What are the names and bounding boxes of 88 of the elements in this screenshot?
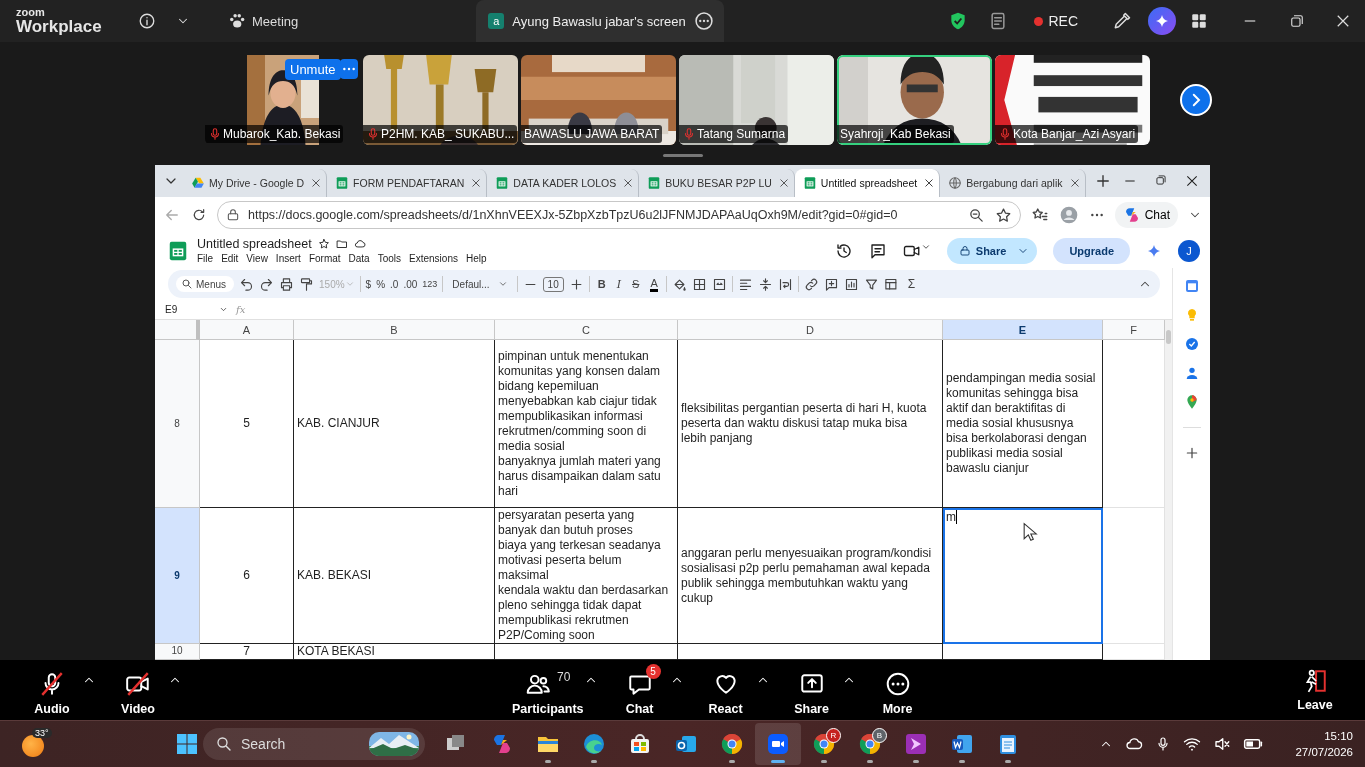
share-button[interactable]: Share: [781, 664, 842, 716]
video-button[interactable]: Video: [108, 664, 168, 716]
percent-button[interactable]: %: [376, 278, 386, 290]
taskbar-app[interactable]: R: [801, 723, 847, 765]
participant-name: Syahroji_Kab Bekasi: [837, 125, 954, 143]
participants-button[interactable]: 70 Participants: [512, 664, 584, 716]
audio-button[interactable]: Audio: [22, 664, 82, 716]
italic-button[interactable]: I: [616, 277, 622, 291]
leave-button[interactable]: Leave: [1285, 668, 1345, 712]
currency-button[interactable]: $: [365, 278, 372, 290]
decrease-decimal-button[interactable]: .0: [390, 278, 399, 290]
menu-item[interactable]: Tools: [377, 253, 402, 264]
participant-count: 70: [557, 670, 571, 684]
share-button[interactable]: Share: [946, 237, 1038, 264]
cell-editor[interactable]: m: [943, 508, 1103, 644]
clock[interactable]: 15:10 27/07/2026: [1295, 728, 1353, 760]
upgrade-button[interactable]: Upgrade: [1053, 237, 1130, 264]
table-cell: fleksibilitas pergantian peserta di hari H, kuota peserta dan waktu diskusi tatap muka bisa lebih panjang: [678, 340, 943, 508]
table-cell: KAB. BEKASI: [294, 508, 495, 644]
react-button[interactable]: React: [695, 664, 756, 716]
participant-name: Tatang Sumarna: [679, 125, 789, 143]
more-button[interactable]: More: [867, 664, 928, 716]
avatar: a: [488, 13, 505, 29]
font-select[interactable]: Defaul...: [452, 278, 508, 290]
table-cell: anggaran perlu menyesuaikan program/kondisi sosialisasi p2p perlu pemahaman awal kepada publik sehingga membutuhkan waktu yang cukup: [678, 508, 943, 644]
shared-screen-tab[interactable]: a Ayung Bawaslu jabar's screen: [476, 0, 725, 42]
taskbar-app[interactable]: B: [847, 723, 893, 765]
menu-item[interactable]: File: [197, 253, 214, 264]
participant-name: BAWASLU JAWA BARAT: [521, 125, 663, 143]
menu-search[interactable]: Menus: [176, 276, 234, 292]
row-header[interactable]: 9: [155, 508, 200, 644]
name-box[interactable]: E9: [165, 304, 211, 315]
column-header[interactable]: B: [294, 320, 495, 340]
column-header[interactable]: F: [1103, 320, 1165, 340]
browser-tab[interactable]: DATA KADER LOLOS: [487, 169, 640, 197]
meeting-menu[interactable]: Meeting: [228, 12, 299, 30]
profile-badge: R: [826, 728, 841, 743]
document-title[interactable]: Untitled spreadsheet: [197, 237, 312, 251]
strikethrough-button[interactable]: S: [632, 278, 640, 290]
brand-text: zoom: [16, 7, 46, 18]
search-field[interactable]: Search: [203, 728, 425, 760]
column-header[interactable]: C: [495, 320, 678, 340]
browser-tab[interactable]: BUKU BESAR P2P LU: [639, 169, 795, 197]
record-button[interactable]: REC: [1028, 12, 1084, 30]
participant-name: Kota Banjar_Azi Asyari: [995, 125, 1139, 143]
time-label: 15:10: [1324, 729, 1353, 744]
table-cell: pimpinan untuk menentukan komunitas yang konsen dalam bidang kepemiluan menyebabkan kab ciajur tidak mempublikasikan informasi rekrutmen/comming soon di media sosial banyaknya jumlah materi yang harus disampaikan dalam satu hari: [495, 340, 678, 508]
table-cell: pendampingan media sosial komunitas sehingga bisa aktif dan beraktifitas di media sosial khususnya bisa berkolaborasi dengan publikasi media sosial bawaslu cianjur: [943, 340, 1103, 508]
chat-button[interactable]: 5 Chat: [609, 664, 670, 716]
formula-icon: fx: [236, 304, 246, 315]
column-header[interactable]: A: [200, 320, 294, 340]
browser-tab[interactable]: FORM PENDAFTARAN: [327, 169, 488, 197]
product-text: Workplace: [16, 18, 103, 35]
text-color-button[interactable]: A: [650, 276, 658, 292]
profile-badge: B: [872, 728, 887, 743]
functions-button[interactable]: Σ: [907, 277, 916, 291]
menu-item[interactable]: Help: [465, 253, 487, 264]
unmute-button[interactable]: Unmute: [285, 59, 341, 80]
menu-item[interactable]: Format: [308, 253, 341, 264]
participant-name: P2HM. KAB_ SUKABU...: [363, 125, 518, 143]
table-cell: persyaratan peserta yang banyak dan butuh proses biaya yang terkesan seadanya motivasi peserta belum maksimal kendala waktu dan berdasarkan pleno sehingga tidak dapat mempublikasi rekrutmen P2P/Coming soon: [495, 508, 678, 644]
column-header[interactable]: E: [943, 320, 1103, 340]
bold-button[interactable]: B: [597, 278, 606, 290]
participant-name: Mubarok_Kab. Bekasi: [205, 125, 344, 143]
number-format-button[interactable]: 123: [422, 279, 438, 289]
menu-item[interactable]: Data: [348, 253, 370, 264]
weather-widget[interactable]: 33°: [22, 730, 50, 758]
menu-item[interactable]: Insert: [275, 253, 301, 264]
menu-item[interactable]: View: [246, 253, 268, 264]
font-size-field[interactable]: 10: [542, 276, 564, 292]
temperature-label: 33°: [32, 728, 52, 738]
menu-item[interactable]: Edit: [221, 253, 239, 264]
chat-button[interactable]: Chat: [1114, 202, 1178, 228]
date-label: 27/07/2026: [1295, 745, 1353, 760]
browser-tab[interactable]: Untitled spreadsheet: [794, 169, 941, 197]
column-header[interactable]: D: [678, 320, 943, 340]
address-bar[interactable]: https://docs.google.com/spreadsheets/d/1nXhnVEEXJx-5ZbpXzbTpzU6u2lJFNMJDAPAaUqOxh9M/edit?gid=0#gid=0: [217, 201, 1021, 229]
table-cell: 6: [200, 508, 294, 644]
table-cell: 5: [200, 340, 294, 508]
user-avatar[interactable]: J: [1178, 239, 1200, 262]
menu-item[interactable]: Extensions: [409, 253, 458, 264]
row-header[interactable]: 10: [155, 644, 200, 660]
unread-badge: 5: [645, 664, 661, 679]
browser-tab[interactable]: Bergabung dari aplik: [940, 169, 1086, 197]
table-cell: KAB. CIANJUR: [294, 340, 495, 508]
browser-tab[interactable]: My Drive - Google D: [183, 169, 328, 197]
row-header[interactable]: 8: [155, 340, 200, 508]
increase-decimal-button[interactable]: .00: [403, 278, 418, 290]
